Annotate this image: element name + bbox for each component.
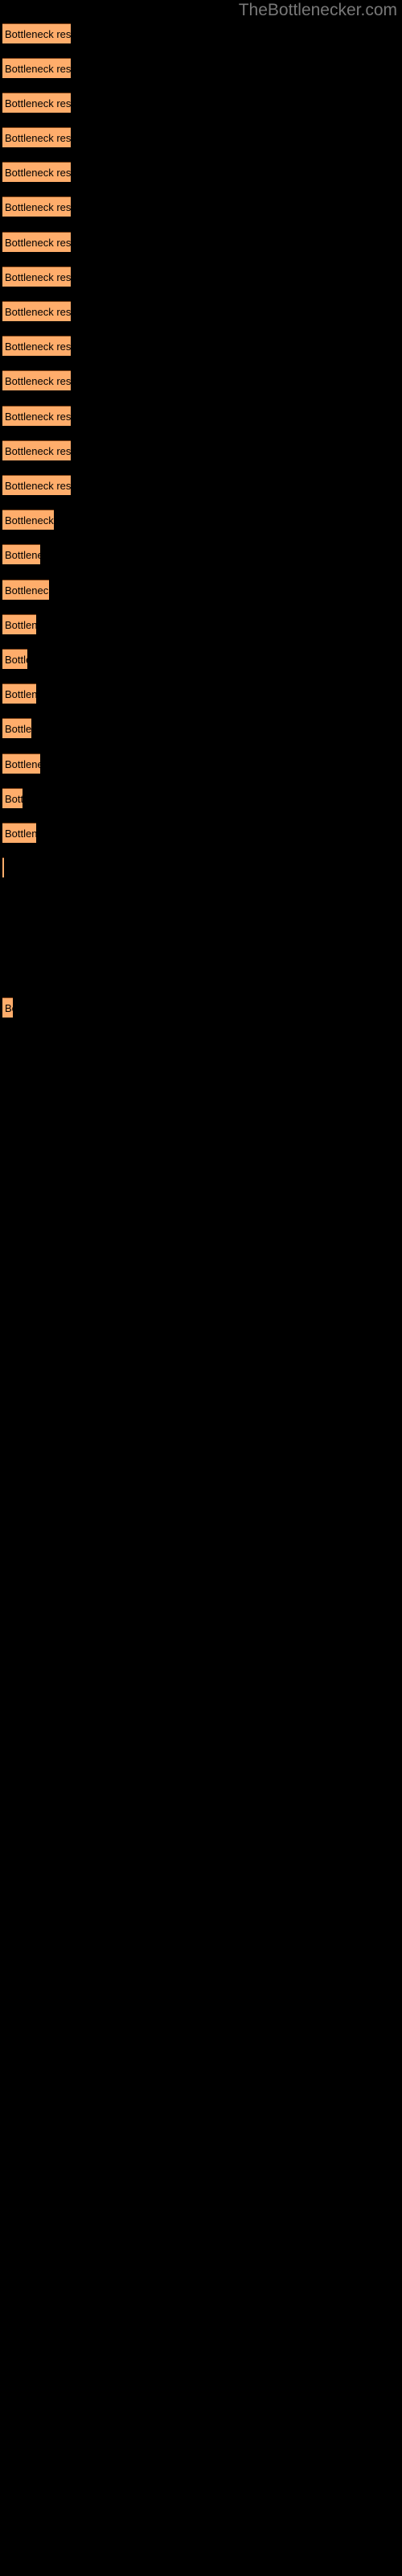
- bar[interactable]: Bottleneck result: [2, 753, 40, 774]
- bar-label: Bottleneck result: [5, 341, 71, 353]
- bar[interactable]: Bottleneck result: [2, 406, 71, 426]
- bottleneck-bar-chart: Bottleneck result Bottleneck result Bottle…: [0, 0, 402, 2576]
- bar[interactable]: Bottleneck result: [2, 370, 71, 390]
- bar-label: Bottleneck result: [5, 237, 71, 249]
- bar[interactable]: Bottleneck result: [2, 336, 71, 356]
- bar[interactable]: Bottleneck result: [2, 788, 23, 808]
- bar[interactable]: Bottleneck result: [2, 23, 71, 43]
- bar[interactable]: Bottleneck result: [2, 440, 71, 460]
- bar-label: Bottleneck result: [5, 63, 71, 75]
- bar-label: Bottleneck result: [5, 375, 71, 387]
- bar-label: Bottleneck result: [5, 758, 40, 770]
- bar-label: Bottleneck result: [5, 167, 71, 179]
- bar-label: Bottleneck result: [5, 654, 27, 666]
- bar-label: Bottleneck result: [5, 271, 71, 283]
- bar[interactable]: Bottleneck result: [2, 127, 71, 147]
- bar[interactable]: Bottleneck result: [2, 475, 71, 495]
- bar[interactable]: Bottleneck result: [2, 997, 13, 1018]
- bar[interactable]: Bottleneck result: [2, 614, 36, 634]
- bar-label: Bottleneck result: [5, 793, 23, 805]
- bar[interactable]: Bottleneck result: [2, 58, 71, 78]
- bar-label: Bottleneck result: [5, 828, 36, 840]
- bar[interactable]: Bottleneck result: [2, 718, 31, 738]
- bar-label: Bottleneck result: [5, 28, 71, 40]
- bar[interactable]: Bottleneck result: [2, 301, 71, 321]
- bar[interactable]: Bottleneck result: [2, 580, 49, 600]
- bar-label: Bottleneck result: [5, 480, 71, 492]
- bar[interactable]: Bottleneck result: [2, 196, 71, 217]
- bar[interactable]: Bottleneck result: [2, 162, 71, 182]
- bar[interactable]: Bottleneck result: [2, 510, 54, 530]
- bar-label: Bottleneck result: [5, 514, 54, 526]
- bar-label: Bottleneck result: [5, 584, 49, 597]
- bar-label: Bottleneck result: [5, 1002, 13, 1014]
- bar[interactable]: Bottleneck result: [2, 93, 71, 113]
- bar-label: Bottleneck result: [5, 132, 71, 144]
- bar[interactable]: Bottleneck result: [2, 683, 36, 704]
- bar-label: Bottleneck result: [5, 723, 31, 735]
- bar-label: Bottleneck result: [5, 306, 71, 318]
- bar[interactable]: Bottleneck result: [2, 266, 71, 287]
- bar-label: Bottleneck result: [5, 549, 40, 561]
- bar[interactable]: Bottleneck result: [2, 823, 36, 843]
- bar-label: Bottleneck result: [5, 97, 71, 109]
- bar[interactable]: Bottleneck result: [2, 649, 27, 669]
- bar-label: Bottleneck result: [5, 619, 36, 631]
- bar-label: Bottleneck result: [5, 445, 71, 457]
- bar[interactable]: Bottleneck result: [2, 232, 71, 252]
- bar-label: Bottleneck result: [5, 411, 71, 423]
- bar[interactable]: Bottleneck result: [2, 857, 4, 877]
- bar[interactable]: Bottleneck result: [2, 544, 40, 564]
- page-root: TheBottlenecker.com Bottleneck resultBot…: [0, 0, 402, 2576]
- bar-label: Bottleneck result: [5, 688, 36, 700]
- bar-label: Bottleneck result: [5, 201, 71, 213]
